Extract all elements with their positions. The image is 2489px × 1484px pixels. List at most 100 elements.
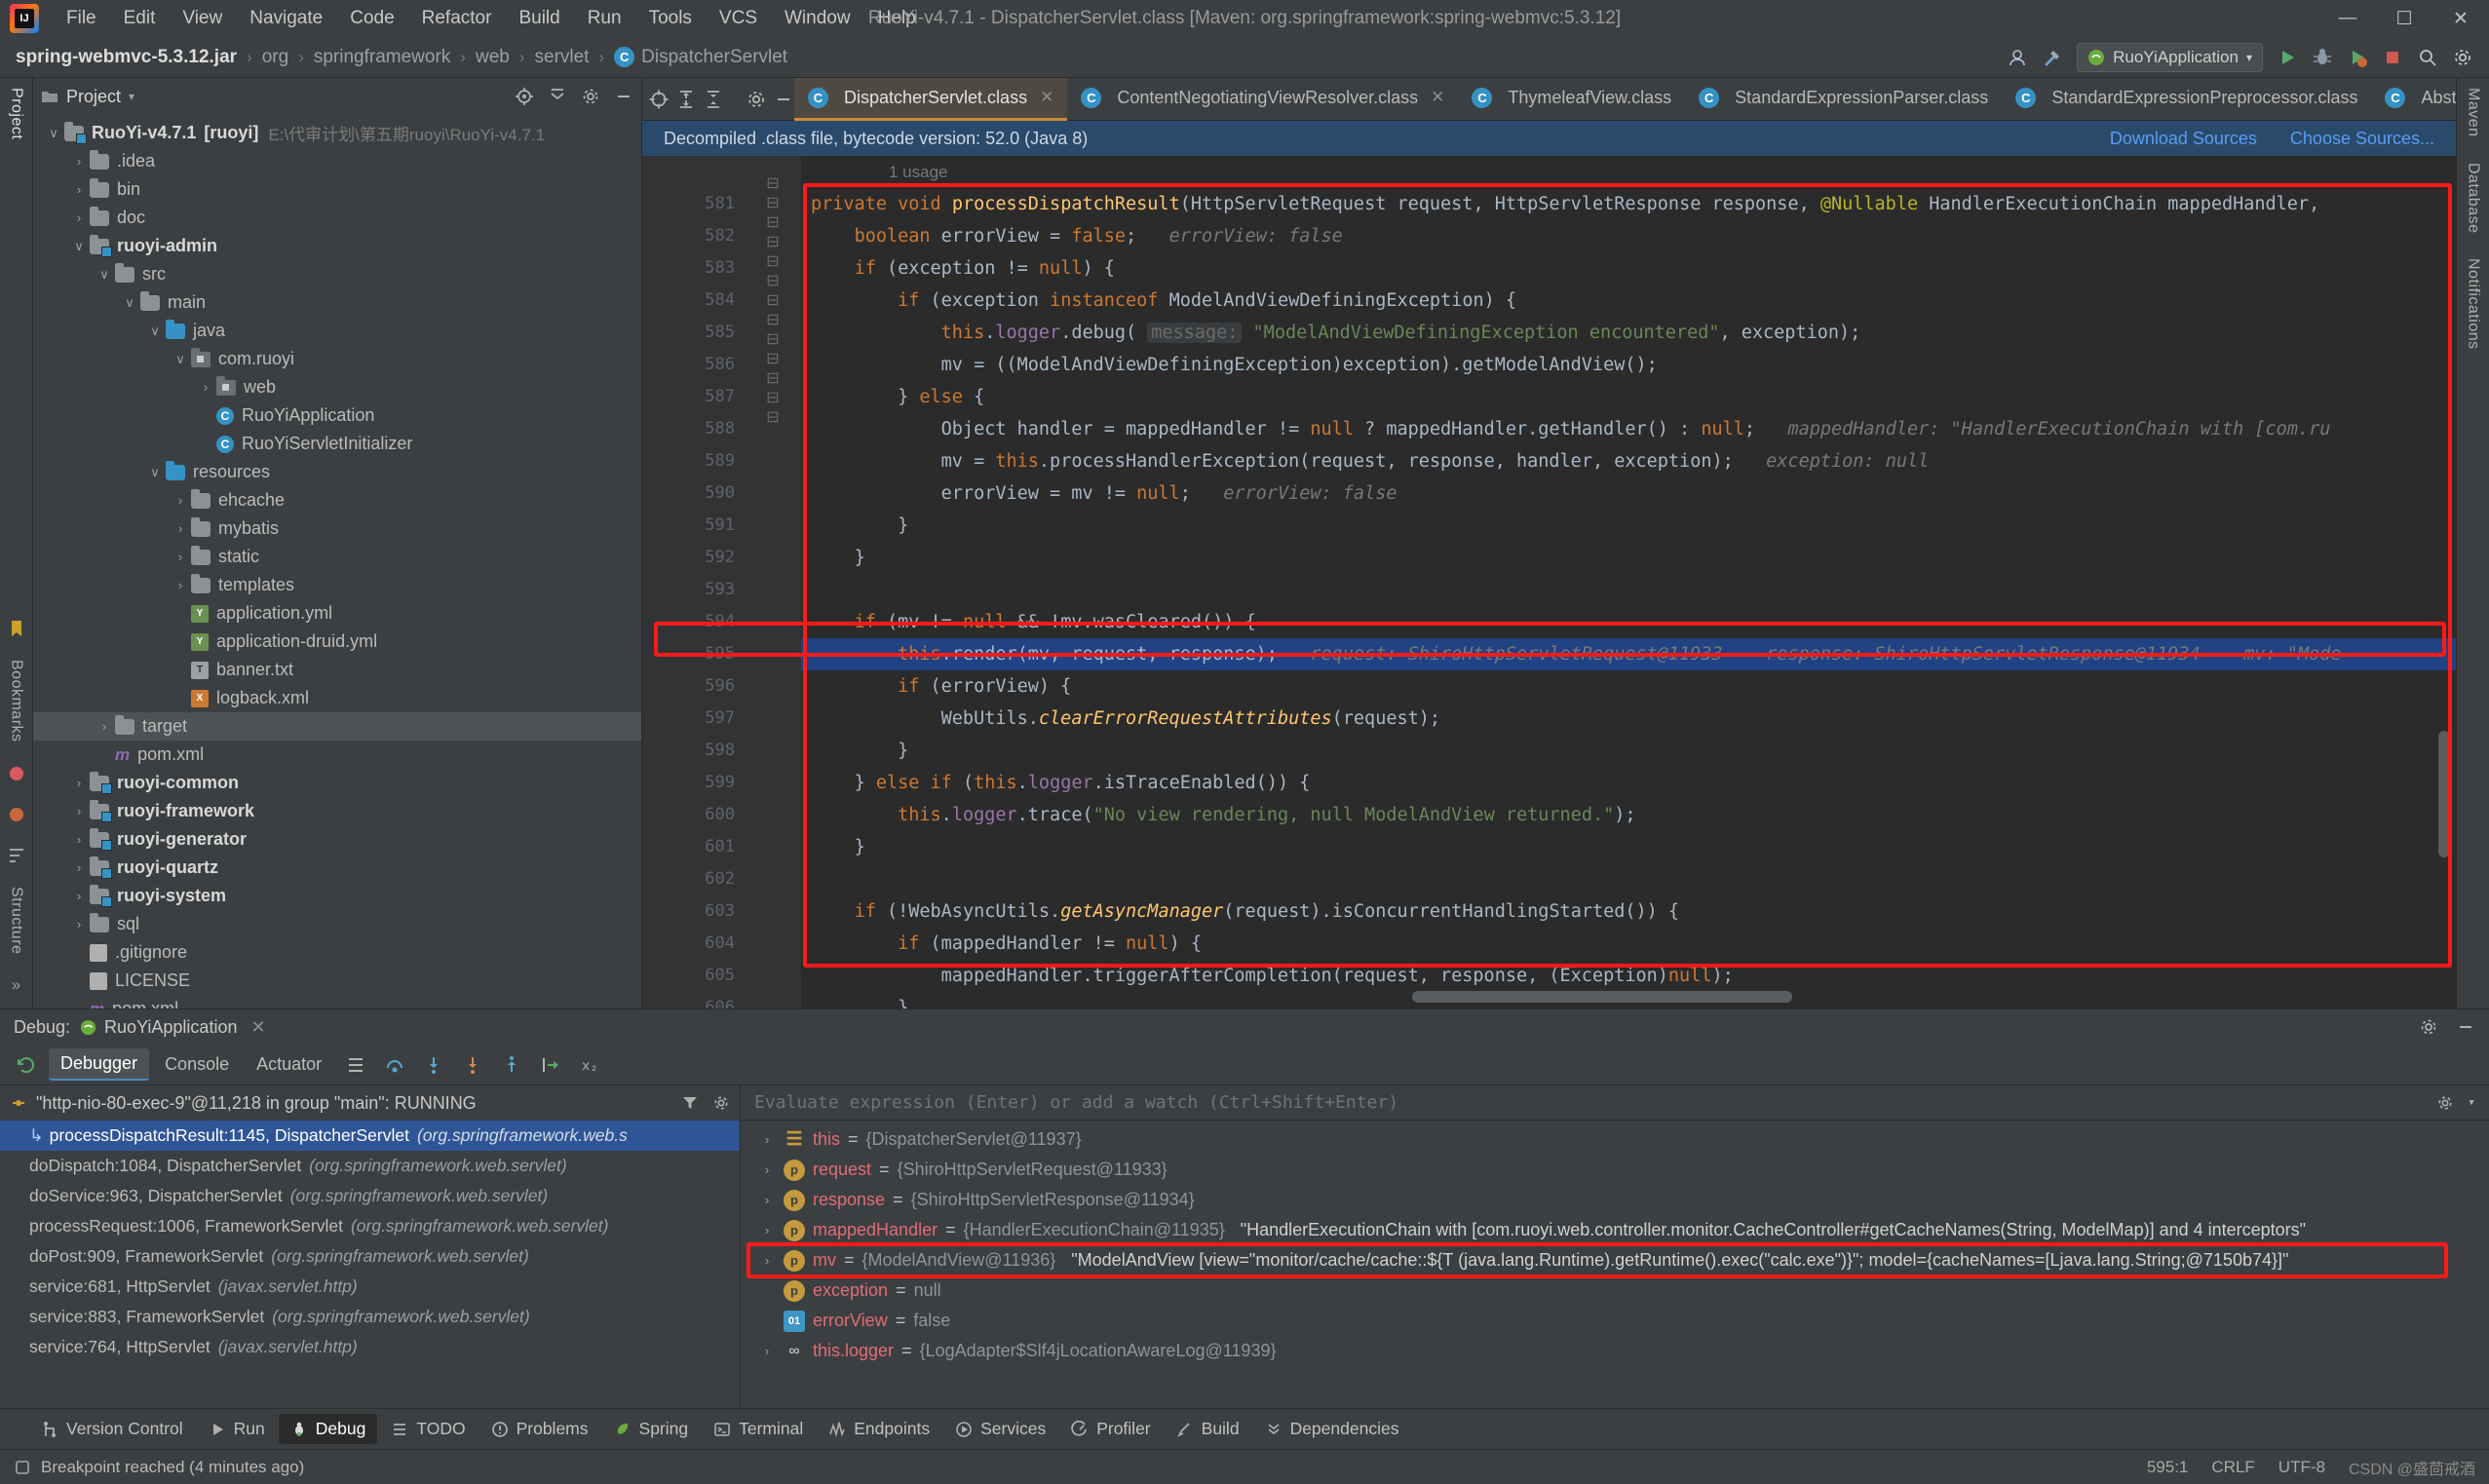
- stack-frame[interactable]: ↳ processDispatchResult:1145, DispatcherS…: [0, 1121, 740, 1151]
- coverage-icon[interactable]: [2347, 47, 2368, 68]
- variable-row[interactable]: › ☰ this = {DispatcherServlet@11937}: [741, 1124, 2489, 1155]
- stack-frame[interactable]: service:681, HttpServlet (javax.servlet.h…: [0, 1272, 740, 1302]
- tool-window-terminal[interactable]: Terminal: [702, 1414, 815, 1444]
- menu-edit[interactable]: Edit: [110, 6, 170, 31]
- choose-sources-link[interactable]: Choose Sources...: [2290, 129, 2434, 149]
- line-number[interactable]: 601: [642, 831, 745, 863]
- tree-node[interactable]: .gitignore: [33, 938, 641, 967]
- menu-view[interactable]: View: [169, 6, 236, 31]
- tree-expand-arrow[interactable]: ›: [170, 493, 191, 508]
- variable-row[interactable]: p exception = null: [741, 1275, 2489, 1306]
- line-number[interactable]: 590: [642, 477, 745, 510]
- settings-gear-icon[interactable]: [581, 87, 600, 106]
- tree-expand-arrow[interactable]: ›: [94, 719, 115, 734]
- stack-frame[interactable]: service:883, FrameworkServlet (org.spring…: [0, 1302, 740, 1332]
- hide-panel-icon[interactable]: [2456, 1017, 2475, 1037]
- line-number[interactable]: 585: [642, 317, 745, 349]
- tree-node[interactable]: LICENSE: [33, 967, 641, 995]
- tree-node[interactable]: ∨ RuoYi-v4.7.1 [ruoyi] E:\代审计划\第五期ruoyi\Ruo…: [33, 119, 641, 147]
- tree-node[interactable]: Yapplication-druid.yml: [33, 628, 641, 656]
- code-line[interactable]: this.logger.trace("No view rendering, nu…: [801, 799, 2456, 831]
- fold-marker[interactable]: ⊟: [745, 193, 801, 212]
- run-icon[interactable]: [2277, 47, 2298, 68]
- sidebar-item-structure[interactable]: Structure: [8, 887, 25, 954]
- code-line[interactable]: boolean errorView = false; errorView: fa…: [801, 220, 2456, 252]
- tree-expand-arrow[interactable]: ›: [68, 804, 90, 818]
- chevron-down-icon[interactable]: ▾: [2468, 1094, 2475, 1112]
- code-line[interactable]: WebUtils.clearErrorRequestAttributes(req…: [801, 703, 2456, 735]
- line-number[interactable]: 584: [642, 285, 745, 317]
- editor-tab[interactable]: C StandardExpressionPreprocessor.class: [2002, 78, 2371, 121]
- code-line[interactable]: }: [801, 510, 2456, 542]
- breakpoint-icon[interactable]: [7, 764, 26, 783]
- tree-node[interactable]: ∨ src: [33, 260, 641, 288]
- stop-icon[interactable]: [2382, 47, 2403, 68]
- download-sources-link[interactable]: Download Sources: [2110, 129, 2257, 149]
- hide-panel-icon[interactable]: [614, 87, 633, 106]
- variable-row[interactable]: › p mappedHandler = {HandlerExecutionChain@1…: [741, 1215, 2489, 1245]
- fold-marker[interactable]: ⊟: [745, 407, 801, 427]
- caret-position[interactable]: 595:1: [2147, 1458, 2189, 1477]
- menu-file[interactable]: File: [53, 6, 110, 31]
- code-line[interactable]: mv = ((ModelAndViewDefiningException)exc…: [801, 349, 2456, 381]
- line-number[interactable]: 592: [642, 542, 745, 574]
- fold-marker[interactable]: ⊟: [745, 290, 801, 310]
- settings-gear-icon[interactable]: [2436, 1094, 2454, 1112]
- fold-marker[interactable]: ⊟: [745, 368, 801, 388]
- tree-node[interactable]: › templates: [33, 571, 641, 599]
- tool-window-build[interactable]: Build: [1165, 1414, 1251, 1444]
- search-icon[interactable]: [2417, 47, 2438, 68]
- tree-expand-arrow[interactable]: ∨: [119, 295, 140, 311]
- tree-node[interactable]: › bin: [33, 175, 641, 204]
- variable-row[interactable]: › ∞ this.logger = {LogAdapter$Slf4jLocationA…: [741, 1336, 2489, 1366]
- code-line[interactable]: [801, 574, 2456, 606]
- tree-expand-arrow[interactable]: ›: [68, 182, 90, 197]
- code-line[interactable]: }: [801, 542, 2456, 574]
- line-number-gutter[interactable]: 581@582583584585586587588589590591592593…: [642, 156, 784, 1008]
- tool-window-todo[interactable]: TODO: [379, 1414, 477, 1444]
- code-line[interactable]: if (mappedHandler != null) {: [801, 928, 2456, 960]
- breadcrumb-servlet[interactable]: servlet: [535, 47, 590, 68]
- tool-window-endpoints[interactable]: Endpoints: [817, 1414, 941, 1444]
- tree-expand-arrow[interactable]: ∨: [94, 267, 115, 283]
- step-over-icon[interactable]: [378, 1050, 411, 1080]
- fold-marker-column[interactable]: ⊟ ⊟ ⊟ ⊟ ⊟ ⊟ ⊟ ⊟ ⊟ ⊟ ⊟ ⊟ ⊟: [745, 156, 801, 1008]
- force-step-into-icon[interactable]: [456, 1050, 489, 1080]
- debug-icon[interactable]: [2312, 47, 2333, 68]
- tree-expand-arrow[interactable]: ›: [68, 860, 90, 875]
- tree-expand-arrow[interactable]: ›: [170, 550, 191, 564]
- structure-strip-icon[interactable]: [7, 846, 26, 865]
- line-number[interactable]: 593: [642, 574, 745, 606]
- line-number[interactable]: 599: [642, 767, 745, 799]
- project-tree[interactable]: ∨ RuoYi-v4.7.1 [ruoyi] E:\代审计划\第五期ruoyi\Ruo…: [33, 115, 641, 1008]
- variable-expand-arrow[interactable]: ›: [758, 1344, 776, 1358]
- tree-expand-arrow[interactable]: ›: [170, 521, 191, 536]
- tree-node[interactable]: › ruoyi-system: [33, 882, 641, 910]
- line-number[interactable]: 588: [642, 413, 745, 445]
- debug-tab[interactable]: Actuator: [245, 1049, 333, 1080]
- tree-expand-arrow[interactable]: ›: [68, 889, 90, 903]
- line-number[interactable]: 603: [642, 895, 745, 928]
- breadcrumb-dispatcherservlet[interactable]: DispatcherServlet: [641, 47, 787, 68]
- tree-node[interactable]: ∨ resources: [33, 458, 641, 486]
- run-configuration-selector[interactable]: RuoYiApplication ▾: [2077, 42, 2263, 72]
- code-line[interactable]: this.logger.debug( message: "ModelAndVie…: [801, 317, 2456, 349]
- tree-node[interactable]: › doc: [33, 204, 641, 232]
- user-icon[interactable]: [2007, 47, 2028, 68]
- tree-expand-arrow[interactable]: ∨: [144, 323, 166, 339]
- line-number[interactable]: 587: [642, 381, 745, 413]
- tree-node[interactable]: › ruoyi-common: [33, 769, 641, 797]
- maximize-icon[interactable]: ☐: [2376, 0, 2432, 37]
- variable-row[interactable]: › p response = {ShiroHttpServletResponse@119…: [741, 1185, 2489, 1215]
- stack-frame[interactable]: processRequest:1006, FrameworkServlet (or…: [0, 1211, 740, 1241]
- expand-all-icon[interactable]: [675, 85, 697, 114]
- menu-help[interactable]: Help: [864, 6, 930, 31]
- tree-expand-arrow[interactable]: ›: [68, 776, 90, 790]
- run-to-cursor-icon[interactable]: [534, 1050, 567, 1080]
- menu-refactor[interactable]: Refactor: [408, 6, 506, 31]
- close-icon[interactable]: ✕: [1431, 88, 1444, 107]
- settings-gear-icon[interactable]: [2419, 1017, 2438, 1037]
- fold-marker[interactable]: ⊟: [745, 349, 801, 368]
- settings-gear-icon[interactable]: [712, 1094, 730, 1112]
- tree-node[interactable]: Tbanner.txt: [33, 656, 641, 684]
